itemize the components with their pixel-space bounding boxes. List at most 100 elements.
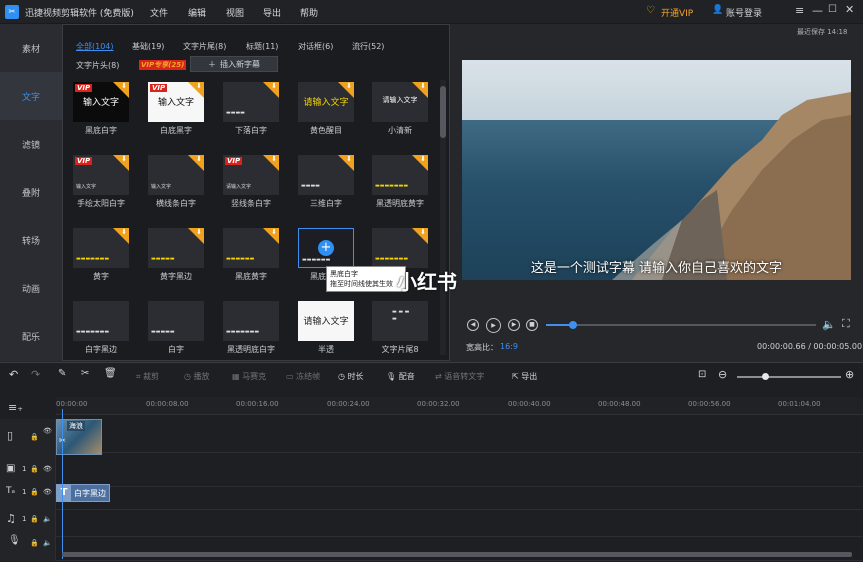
text-card[interactable]: 请输入文字 ⬇ 黄色醒目 — [298, 82, 354, 148]
menu-help[interactable]: 帮助 — [300, 6, 318, 19]
next-frame-button[interactable]: ▶ — [508, 319, 520, 331]
zoom-out-icon[interactable]: ⊖ — [718, 368, 727, 381]
lock-icon[interactable]: 🔒 — [30, 488, 39, 496]
tab-text-ending[interactable]: 文字片尾(8) — [183, 41, 226, 52]
add-track-icon[interactable]: ≡₊ — [8, 401, 23, 414]
lock-icon[interactable]: 🔒 — [30, 433, 39, 441]
duration-button[interactable]: ◷ 时长 — [338, 371, 364, 382]
eye-icon[interactable]: 👁 — [43, 427, 52, 435]
edit-icon[interactable]: ✎ — [58, 368, 66, 379]
tab-all[interactable]: 全部(104) — [76, 41, 114, 52]
download-icon[interactable]: ⬇ — [188, 228, 204, 244]
freeze-frame-button[interactable]: ▭ 冻结帧 — [286, 371, 320, 382]
tab-text-opening[interactable]: 文字片头(8) — [76, 60, 119, 71]
delete-icon[interactable]: 🗑 — [104, 368, 117, 379]
zoom-in-icon[interactable]: ⊕ — [845, 368, 854, 381]
insert-subtitle-button[interactable]: ＋ 插入新字幕 — [190, 56, 278, 72]
fit-icon[interactable]: ⊡ — [698, 369, 706, 380]
stop-button[interactable]: ■ — [526, 319, 538, 331]
text-card[interactable]: 输入文字 ⬇ 横线条白字 — [148, 155, 204, 221]
sidebar-item-animation[interactable]: 动画 — [0, 264, 62, 312]
progress-handle[interactable] — [569, 321, 577, 329]
lock-icon[interactable]: 🔒 — [30, 465, 39, 473]
download-icon[interactable]: ⬇ — [412, 228, 428, 244]
prev-frame-button[interactable]: ◀ — [467, 319, 479, 331]
text-card[interactable]: VIP 输入文字 ⬇ 黑底白字 — [73, 82, 129, 148]
fullscreen-icon[interactable]: ⛶ — [842, 317, 850, 331]
horizontal-scrollbar[interactable] — [62, 552, 852, 557]
text-card[interactable]: ▬▬▬▬▬▬ ⬇ 黑底黄字 — [223, 228, 279, 294]
crop-button[interactable]: ⌗ 裁剪 — [136, 371, 159, 382]
add-icon[interactable]: + — [318, 240, 334, 256]
tab-popular[interactable]: 流行(52) — [352, 41, 384, 52]
tab-dialog[interactable]: 对话框(6) — [298, 41, 333, 52]
text-card[interactable]: 请输入文字 半透 — [298, 301, 354, 367]
download-icon[interactable]: ⬇ — [263, 155, 279, 171]
text-card[interactable]: VIP 输入文字 ⬇ 手绘太阳白字 — [73, 155, 129, 221]
eye-icon[interactable]: 👁 — [43, 488, 52, 496]
text-card[interactable]: ▬▬▬▬▬▬▬ ⬇ 黄字 — [73, 228, 129, 294]
text-card[interactable]: VIP 输入文字 ⬇ 白底黑字 — [148, 82, 204, 148]
text-card[interactable]: ▬▬▬▬ ⬇ 下落白字 — [223, 82, 279, 148]
menu-edit[interactable]: 编辑 — [188, 6, 206, 19]
login-button[interactable]: 账号登录 — [726, 6, 762, 19]
text-card[interactable]: ▬ ▬ ▬ ▬ 文字片尾8 — [372, 301, 428, 367]
download-icon[interactable]: ⬇ — [113, 228, 129, 244]
eye-icon[interactable]: 👁 — [43, 465, 52, 473]
zoom-slider[interactable] — [737, 373, 841, 380]
tab-basic[interactable]: 基础(19) — [132, 41, 164, 52]
download-icon[interactable]: ⬇ — [113, 155, 129, 171]
lock-icon[interactable]: 🔒 — [30, 539, 39, 547]
download-icon[interactable]: ⬇ — [412, 82, 428, 98]
sidebar-item-transition[interactable]: 转场 — [0, 216, 62, 264]
menu-view[interactable]: 视图 — [226, 6, 244, 19]
sidebar-item-filter[interactable]: 滤镜 — [0, 120, 62, 168]
play-button[interactable]: ▶ — [486, 318, 501, 333]
minimize-icon[interactable]: — — [812, 4, 823, 17]
download-icon[interactable]: ⬇ — [188, 155, 204, 171]
speaker-icon[interactable]: 🔈 — [43, 539, 52, 547]
speed-button[interactable]: ◷ 播放 — [184, 371, 210, 382]
progress-track[interactable] — [546, 321, 816, 329]
text-card[interactable]: ▬▬▬▬▬▬▬ ⬇ 黑透明底黄字 — [372, 155, 428, 221]
time-ruler[interactable]: 00:00:00 00:00:08.00 00:00:16.00 00:00:2… — [56, 397, 863, 415]
speaker-icon[interactable]: 🔈 — [43, 515, 52, 523]
text-card[interactable]: ▬▬▬▬▬▬▬ 白字黑边 — [73, 301, 129, 367]
sidebar-item-overlay[interactable]: 叠附 — [0, 168, 62, 216]
video-subtitle[interactable]: 这是一个测试字幕 请输入你自己喜欢的文字 — [462, 257, 851, 276]
redo-icon[interactable]: ↷ — [31, 368, 40, 381]
sidebar-item-text[interactable]: 文字 — [0, 72, 62, 120]
video-preview[interactable]: 这是一个测试字幕 请输入你自己喜欢的文字 — [462, 60, 851, 280]
download-icon[interactable]: ⬇ — [338, 155, 354, 171]
mosaic-button[interactable]: ▦ 马赛克 — [232, 371, 266, 382]
user-icon[interactable]: 👤 — [712, 5, 723, 15]
text-card[interactable]: ▬▬▬▬ ⬇ 三维白字 — [298, 155, 354, 221]
text-card[interactable]: ▬▬▬▬▬ 白字 — [148, 301, 204, 367]
vip-button[interactable]: 开通VIP — [661, 6, 693, 19]
download-icon[interactable]: ⬇ — [338, 82, 354, 98]
volume-icon[interactable]: 🔈 — [822, 318, 836, 331]
download-icon[interactable]: ⬇ — [263, 228, 279, 244]
download-icon[interactable]: ⬇ — [263, 82, 279, 98]
download-icon[interactable]: ⬇ — [412, 155, 428, 171]
menu-icon[interactable]: ≡ — [795, 4, 804, 17]
text-card[interactable]: VIP 请输入文字 ⬇ 竖线条白字 — [223, 155, 279, 221]
aspect-ratio-value[interactable]: 16:9 — [500, 342, 518, 351]
export-button[interactable]: ⇱ 导出 — [512, 371, 537, 382]
vip-icon[interactable]: ♡ — [646, 5, 655, 16]
zoom-handle[interactable] — [762, 373, 769, 380]
download-icon[interactable]: ⬇ — [188, 82, 204, 98]
scrollbar-thumb[interactable] — [440, 86, 446, 138]
cut-icon[interactable]: ✂ — [81, 368, 89, 379]
tab-title[interactable]: 标题(11) — [246, 41, 278, 52]
text-clip[interactable]: T 白字黑边 — [56, 484, 110, 502]
close-icon[interactable]: ✕ — [845, 3, 854, 16]
sidebar-item-media[interactable]: 素材 — [0, 24, 62, 72]
lock-icon[interactable]: 🔒 — [30, 515, 39, 523]
text-card[interactable]: 请输入文字 ⬇ 小清新 — [372, 82, 428, 148]
speech-to-text-button[interactable]: ⇄ 语音转文字 — [435, 371, 484, 382]
tab-vip[interactable]: VIP专享(25) — [139, 60, 187, 70]
text-card[interactable]: ▬▬▬▬▬ ⬇ 黄字黑边 — [148, 228, 204, 294]
maximize-icon[interactable]: ☐ — [828, 4, 837, 15]
sidebar-item-music[interactable]: 配乐 — [0, 312, 62, 360]
